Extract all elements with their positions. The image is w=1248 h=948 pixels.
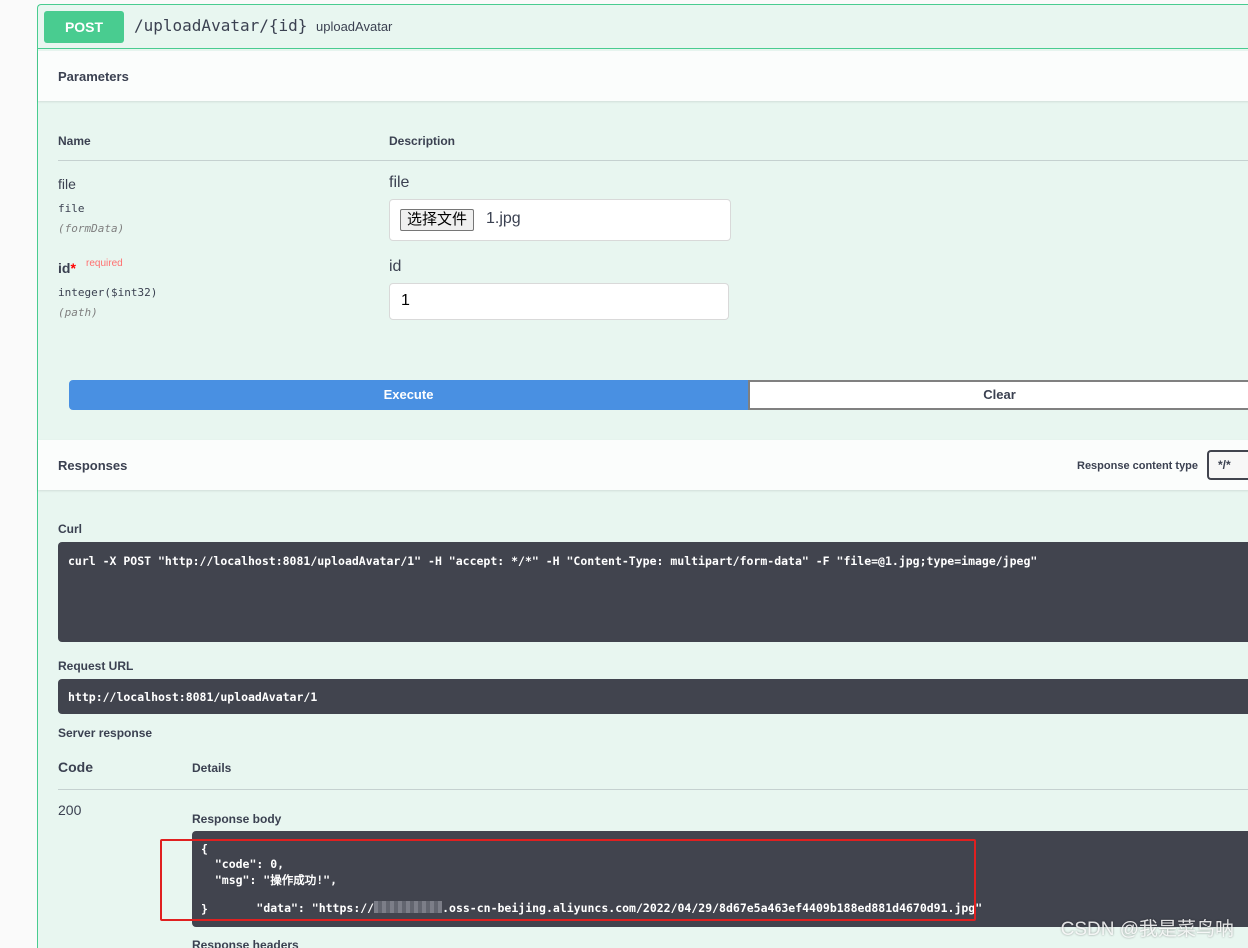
request-url-label: Request URL	[58, 659, 134, 673]
divider	[58, 789, 1248, 790]
server-response-label: Server response	[58, 726, 153, 740]
clear-button[interactable]: Clear	[748, 380, 1248, 410]
param-location: (path)	[58, 306, 98, 319]
param-name: file	[58, 176, 76, 192]
parameters-title: Parameters	[58, 69, 129, 84]
operation-block-post: POST /uploadAvatar/{id} uploadAvatar Par…	[37, 4, 1248, 948]
http-method-badge: POST	[44, 11, 124, 43]
request-url-block[interactable]: http://localhost:8081/uploadAvatar/1	[58, 679, 1248, 714]
curl-command: curl -X POST "http://localhost:8081/uplo…	[68, 554, 1038, 568]
highlight-annotation-box	[160, 839, 976, 921]
col-description-header: Description	[389, 134, 456, 148]
id-input[interactable]: 1	[389, 283, 729, 320]
operation-path: /uploadAvatar/{id}	[134, 16, 308, 35]
responses-title: Responses	[58, 458, 128, 473]
required-star: *	[70, 260, 76, 276]
operation-summary[interactable]: POST /uploadAvatar/{id} uploadAvatar	[38, 5, 1248, 49]
file-input[interactable]: 选择文件 1.jpg	[389, 199, 731, 241]
operation-id: uploadAvatar	[316, 19, 393, 34]
response-body-label: Response body	[192, 812, 282, 826]
param-type: integer($int32)	[58, 286, 158, 299]
parameters-header: Parameters	[38, 51, 1248, 101]
param-type: file	[58, 202, 85, 215]
execute-button[interactable]: Execute	[69, 380, 748, 410]
page-gutter	[0, 0, 37, 948]
response-headers-label: Response headers	[192, 938, 299, 948]
file-name: 1.jpg	[486, 210, 521, 227]
col-name-header: Name	[58, 134, 91, 148]
param-description: file	[389, 174, 410, 191]
curl-code-block[interactable]: curl -X POST "http://localhost:8081/uplo…	[58, 542, 1248, 642]
param-name: id	[58, 260, 71, 276]
response-content-type-label: Response content type	[1077, 460, 1199, 472]
responses-header: Responses	[38, 440, 1248, 490]
param-location: (formData)	[58, 222, 125, 235]
details-header: Details	[192, 761, 232, 775]
param-name-required: id*	[58, 260, 76, 276]
required-label: required	[86, 258, 123, 269]
response-content-type-select[interactable]: */*	[1207, 450, 1248, 480]
code-header: Code	[58, 759, 93, 775]
status-code: 200	[58, 802, 82, 818]
choose-file-button[interactable]: 选择文件	[400, 209, 475, 231]
curl-label: Curl	[58, 522, 82, 536]
divider	[58, 160, 1248, 161]
param-description: id	[389, 258, 402, 275]
watermark: CSDN @我是菜鸟呐	[1060, 919, 1234, 940]
id-input-value: 1	[401, 292, 410, 309]
request-url: http://localhost:8081/uploadAvatar/1	[68, 690, 318, 704]
